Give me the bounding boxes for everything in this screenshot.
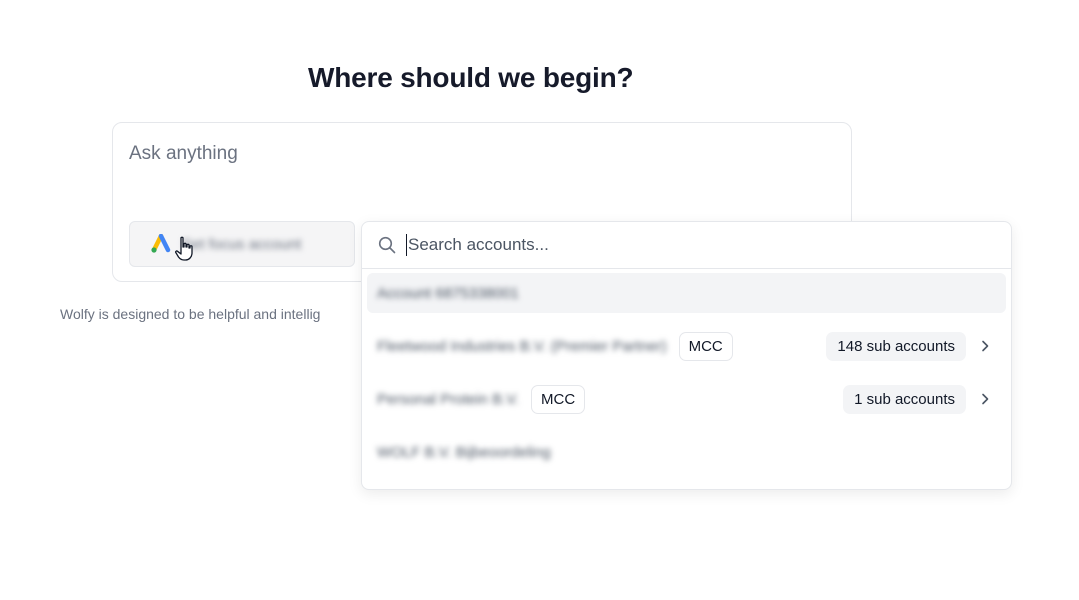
- sub-accounts-count: 1 sub accounts: [843, 384, 966, 414]
- page: Where should we begin? Ask anything Set …: [0, 0, 1079, 600]
- account-list: Account 6875338001 Fleetwood Industries …: [362, 269, 1011, 489]
- account-dropdown: Account 6875338001 Fleetwood Industries …: [361, 221, 1012, 490]
- account-search-row: [362, 222, 1011, 269]
- account-row[interactable]: Account 6875338001: [367, 273, 1006, 313]
- account-search-input[interactable]: [406, 234, 970, 256]
- mcc-badge: MCC: [678, 331, 733, 361]
- sub-accounts-count: 148 sub accounts: [826, 331, 966, 361]
- row-actions: 148 sub accounts: [826, 331, 992, 361]
- account-row[interactable]: Personal Protein B.V. MCC 1 sub accounts: [367, 379, 1006, 419]
- row-actions: 1 sub accounts: [843, 384, 992, 414]
- google-ads-icon: [151, 234, 171, 253]
- chevron-right-icon[interactable]: [978, 339, 992, 353]
- account-select-button[interactable]: Set focus account: [129, 221, 355, 267]
- account-name: Fleetwood Industries B.V. (Premier Partn…: [377, 337, 667, 355]
- search-icon: [378, 236, 396, 254]
- disclaimer-text: Wolfy is designed to be helpful and inte…: [60, 306, 321, 322]
- account-name: WOLF B.V. Bijbeoordeling: [377, 443, 551, 461]
- account-name: Personal Protein B.V.: [377, 390, 520, 408]
- chevron-right-icon[interactable]: [978, 392, 992, 406]
- page-title: Where should we begin?: [308, 62, 634, 93]
- account-name: Account 6875338001: [377, 284, 519, 302]
- account-row[interactable]: Fleetwood Industries B.V. (Premier Partn…: [367, 326, 1006, 366]
- account-row[interactable]: WOLF B.V. Bijbeoordeling: [367, 432, 1006, 472]
- prompt-input[interactable]: Ask anything: [129, 143, 238, 165]
- mcc-badge: MCC: [531, 384, 586, 414]
- hand-pointer-icon: [175, 236, 193, 261]
- account-button-label: Set focus account: [182, 235, 302, 253]
